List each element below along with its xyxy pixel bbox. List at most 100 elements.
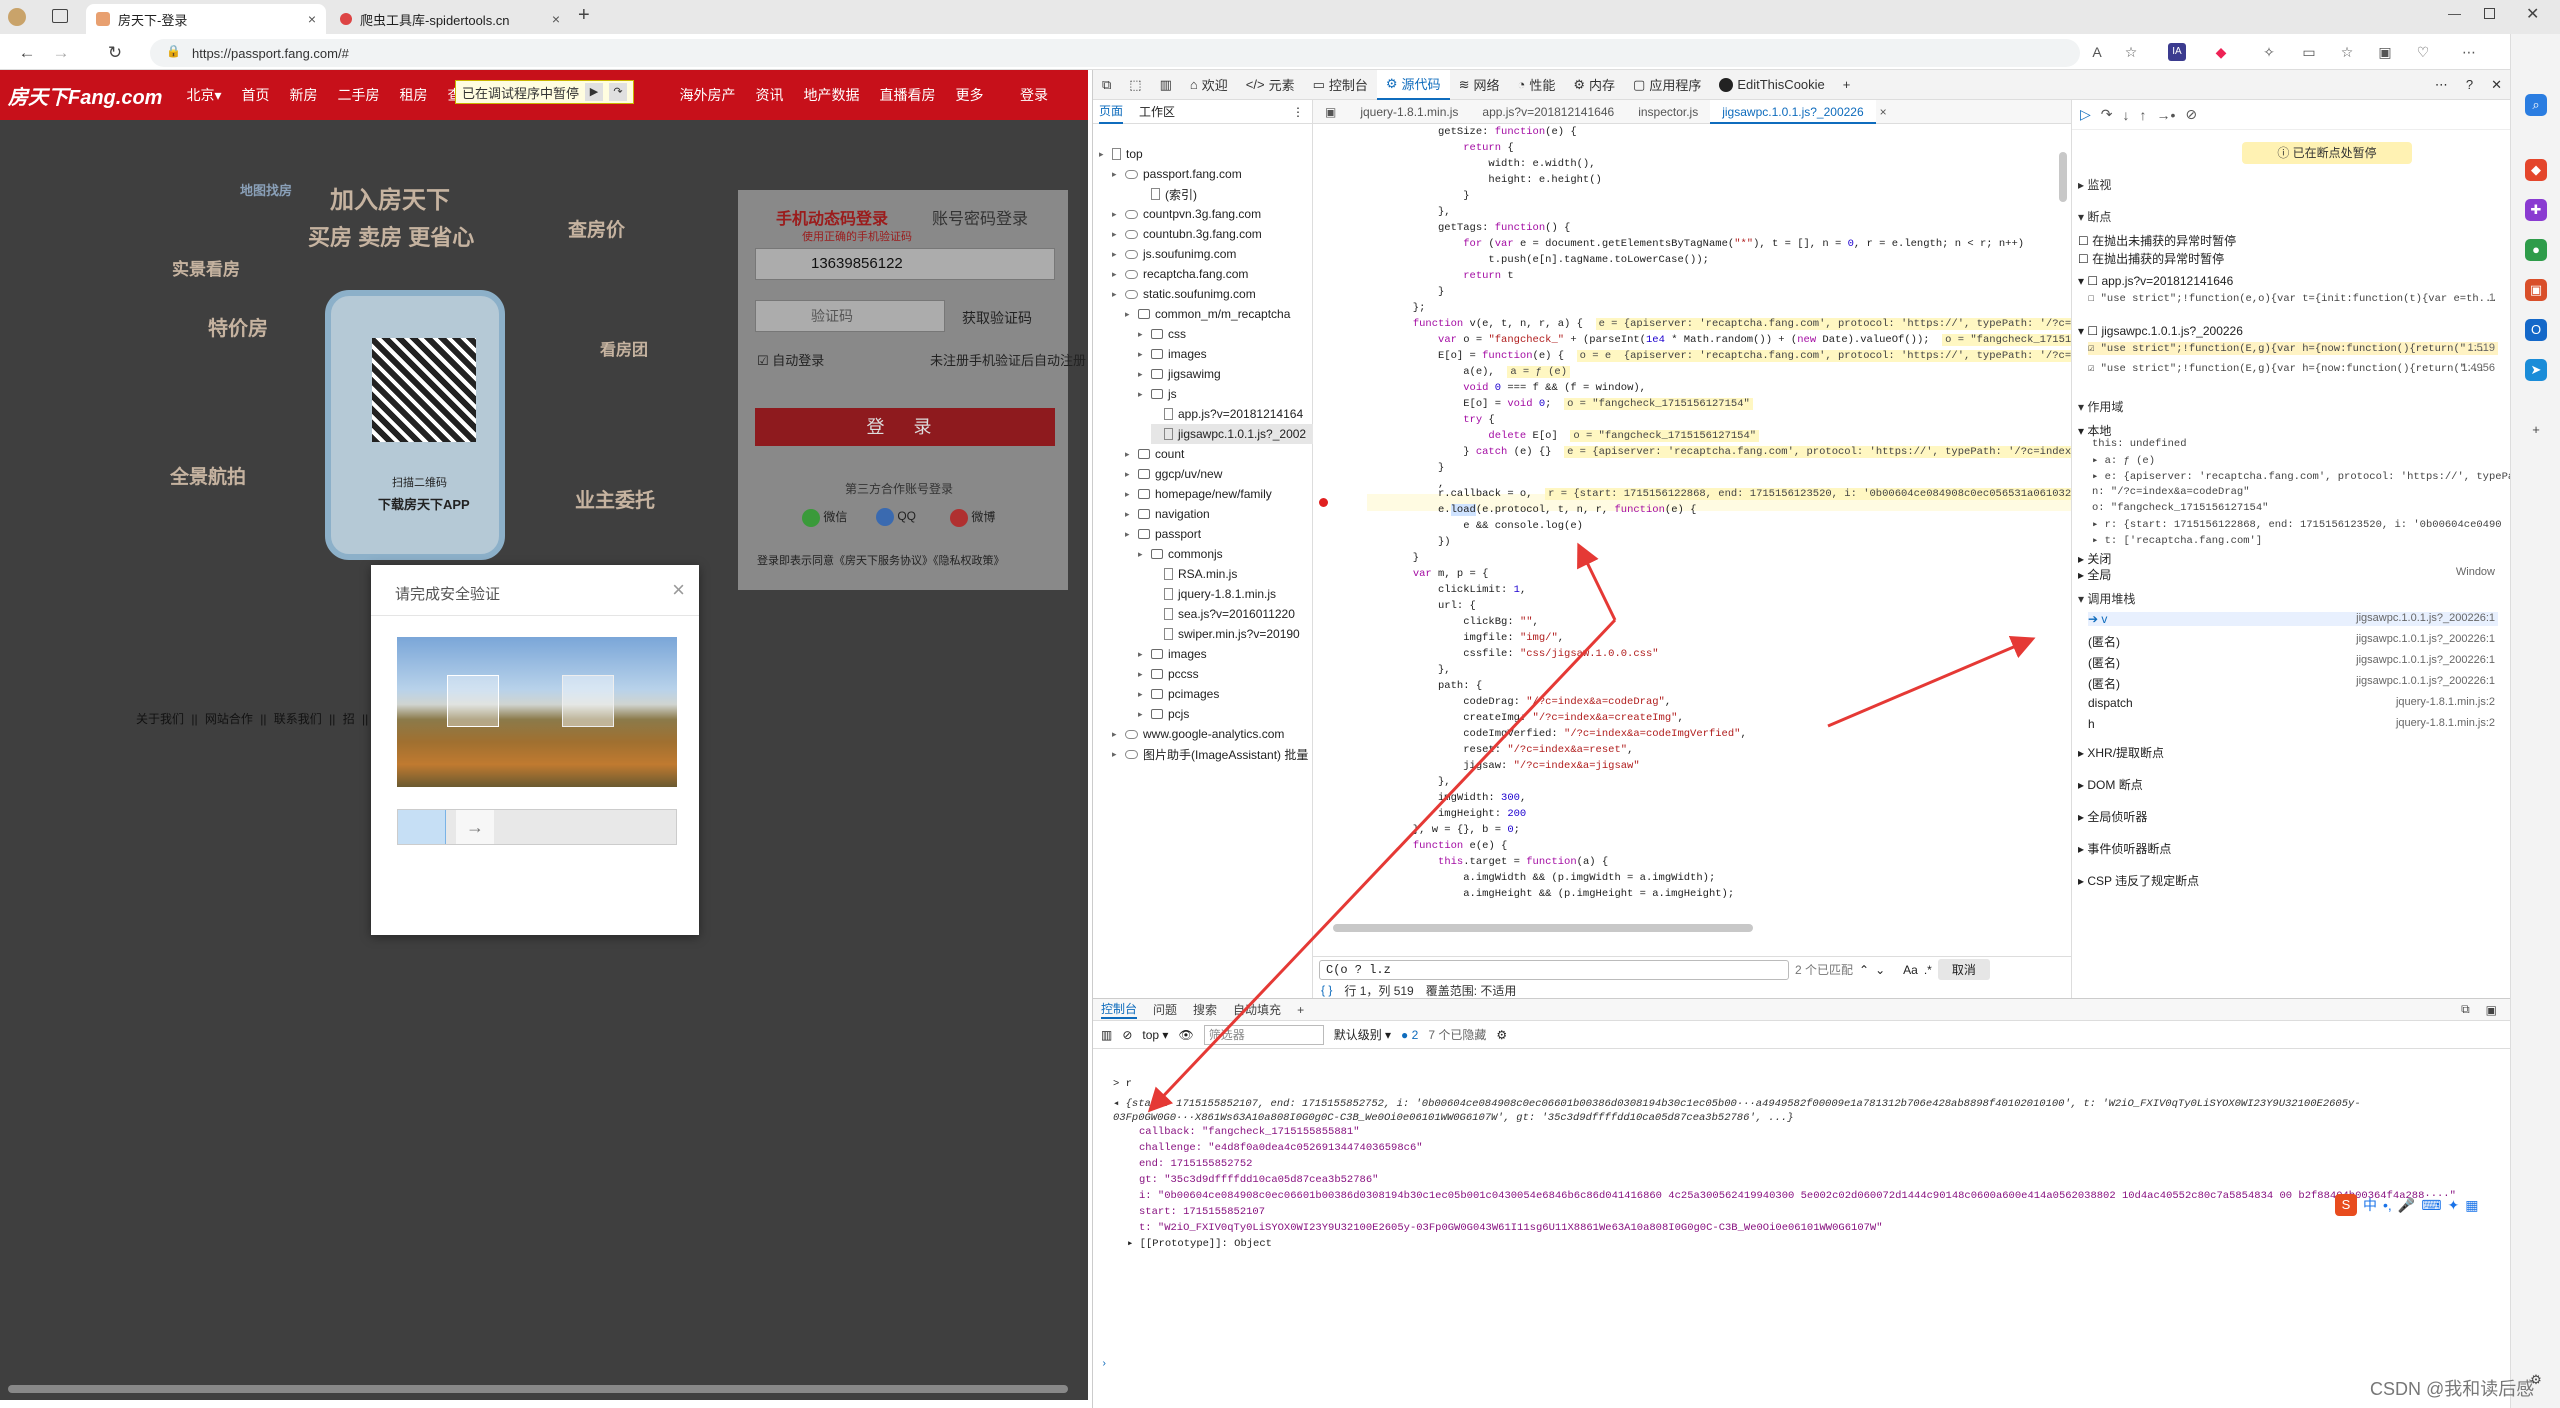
tab-close-icon[interactable]: × — [308, 11, 316, 27]
tree-item[interactable]: ▸ images — [1138, 644, 1313, 664]
tree-item[interactable]: ▸ static.soufunimg.com — [1112, 284, 1313, 304]
search-prev-icon[interactable]: ⌃ — [1859, 963, 1869, 977]
nav-item[interactable]: 直播看房 — [879, 85, 935, 105]
help-icon[interactable]: ? — [2457, 70, 2482, 100]
scope-variable[interactable]: ▸ r: {start: 1715156122868, end: 1715156… — [2092, 518, 2502, 531]
tree-item[interactable]: ▸ pcjs — [1138, 704, 1313, 724]
wechat-login[interactable]: 微信 — [802, 508, 847, 527]
pause-caught-checkbox[interactable]: ☐ 在抛出捕获的异常时暂停 — [2078, 250, 2224, 267]
tree-item[interactable]: ▸ js.soufunimg.com — [1112, 244, 1313, 264]
collapsed-section[interactable]: ▸ CSP 违反了规定断点 — [2078, 872, 2199, 889]
expand-arrow-icon[interactable]: ▸ — [1112, 269, 1120, 280]
tree-item[interactable]: ▸ pccss — [1138, 664, 1313, 684]
pretty-print-icon[interactable]: { } — [1321, 983, 1332, 997]
tree-item[interactable]: ▸ countubn.3g.fang.com — [1112, 224, 1313, 244]
drawer-tab-issues[interactable]: 问题 — [1153, 1001, 1177, 1018]
add-sidebar-icon[interactable]: + — [2525, 419, 2547, 441]
search-cancel-button[interactable]: 取消 — [1937, 959, 1990, 980]
editor-tab[interactable]: app.js?v=201812141646 — [1470, 100, 1626, 124]
navigator-more-icon[interactable]: ⋮ — [1292, 105, 1304, 119]
tree-item[interactable]: ▸ passport.fang.com — [1112, 164, 1313, 184]
window-close-icon[interactable]: ✕ — [2526, 4, 2539, 24]
tab-application[interactable]: ▢ 应用程序 — [1624, 70, 1710, 100]
watch-section-header[interactable]: ▸ 监视 — [2078, 176, 2111, 193]
outlook-icon[interactable]: O — [2525, 319, 2547, 341]
tree-item[interactable]: ▸ homepage/new/family — [1125, 484, 1313, 504]
tools-icon[interactable]: ✚ — [2525, 199, 2547, 221]
editor-horizontal-scrollbar[interactable] — [1333, 924, 1753, 932]
nav-item[interactable]: 更多 — [955, 85, 983, 105]
drawer-tab-autofill[interactable]: 自动填充 — [1233, 1001, 1281, 1018]
step-over-icon[interactable]: ↷ — [2101, 106, 2113, 123]
tab-fang-login[interactable]: 房天下-登录 × — [86, 4, 326, 34]
drawer-close-icon[interactable]: ▣ — [2486, 1003, 2497, 1017]
menu-dots-icon[interactable]: ⋯ — [2460, 43, 2478, 61]
back-icon[interactable]: ← — [16, 42, 38, 64]
tab-elements[interactable]: </> 元素 — [1237, 70, 1304, 100]
scope-closure[interactable]: ▸ 关闭 — [2078, 550, 2111, 567]
expand-arrow-icon[interactable]: ▸ — [1138, 649, 1146, 660]
tree-item[interactable]: ▸ navigation — [1125, 504, 1313, 524]
expand-arrow-icon[interactable]: ▸ — [1112, 729, 1120, 740]
profile-icon[interactable] — [8, 8, 26, 26]
expand-arrow-icon[interactable]: ▸ — [1125, 449, 1133, 460]
extensions-puzzle-icon[interactable]: ✧ — [2260, 43, 2278, 61]
device-toggle-icon[interactable]: ⧉ — [1093, 70, 1120, 100]
nav-login-link[interactable]: 登录 — [1020, 85, 1048, 105]
browser-essentials-icon[interactable]: ♡ — [2414, 43, 2432, 61]
nav-item[interactable]: 租房 — [399, 85, 427, 105]
nav-item[interactable]: 新房 — [289, 85, 317, 105]
callstack-frame[interactable]: dispatch — [2088, 696, 2133, 710]
expand-arrow-icon[interactable]: ▸ — [1138, 549, 1146, 560]
console-object-property[interactable]: challenge: "e4d8f0a0dea4c052691344740365… — [1139, 1141, 1423, 1155]
nav-item[interactable]: 资讯 — [755, 85, 783, 105]
expand-arrow-icon[interactable]: ▸ — [1112, 209, 1120, 220]
callstack-frame[interactable]: h — [2088, 717, 2095, 731]
callstack-frame[interactable]: (匿名) — [2088, 633, 2120, 650]
regex-toggle-icon[interactable]: .* — [1924, 963, 1932, 977]
inspect-icon[interactable]: ⬚ — [1120, 70, 1150, 100]
tree-item[interactable]: ▸ pcimages — [1138, 684, 1313, 704]
scope-variable[interactable]: ▸ a: ƒ (e) — [2092, 454, 2155, 467]
tree-item[interactable]: ▸ count — [1125, 444, 1313, 464]
tree-item[interactable]: jquery-1.8.1.min.js — [1151, 584, 1313, 604]
breakpoint-file[interactable]: ▾ ☐ jigsawpc.1.0.1.js?_200226 — [2078, 324, 2243, 338]
callstack-frame[interactable]: (匿名) — [2088, 675, 2120, 692]
send-icon[interactable]: ➤ — [2525, 359, 2547, 381]
tab-network[interactable]: ≋ 网络 — [1450, 70, 1509, 100]
tree-item[interactable]: ▸ ggcp/uv/new — [1125, 464, 1313, 484]
context-select[interactable]: top ▾ — [1142, 1028, 1168, 1042]
shopping-icon[interactable]: ◆ — [2525, 159, 2547, 181]
slider-arrow-icon[interactable]: → — [456, 810, 494, 844]
phone-field[interactable]: 13639856122 — [755, 248, 1055, 280]
expand-arrow-icon[interactable]: ▸ — [1138, 389, 1146, 400]
tree-item[interactable]: ▸ countpvn.3g.fang.com — [1112, 204, 1313, 224]
editor-vertical-scrollbar[interactable] — [2059, 152, 2067, 202]
scope-variable[interactable]: o: "fangcheck_1715156127154" — [2092, 502, 2268, 514]
tree-item[interactable]: ▸ js — [1138, 384, 1313, 404]
tree-item[interactable]: ▸ jigsawimg — [1138, 364, 1313, 384]
tab-sources[interactable]: ⚙ 源代码 — [1376, 69, 1450, 100]
gutter[interactable] — [1313, 124, 1367, 944]
collections-icon[interactable]: ▣ — [2376, 43, 2394, 61]
console-input-echo[interactable]: > r — [1113, 1077, 1132, 1091]
get-code-button[interactable]: 获取验证码 — [962, 308, 1032, 328]
expand-arrow-icon[interactable]: ▸ — [1138, 669, 1146, 680]
expand-arrow-icon[interactable]: ▸ — [1112, 289, 1120, 300]
tree-item[interactable]: ▸ css — [1138, 324, 1313, 344]
scope-variable[interactable]: this: undefined — [2092, 438, 2187, 450]
add-panel-icon[interactable]: + — [1834, 70, 1860, 100]
tab-memory[interactable]: ⚙ 内存 — [1564, 70, 1624, 100]
scope-section-header[interactable]: ▾ 作用域 — [2078, 398, 2123, 415]
step-over-icon[interactable]: ↷ — [609, 83, 628, 101]
editor-tab-close-icon[interactable]: × — [1876, 100, 1891, 124]
step-icon[interactable]: →• — [2157, 107, 2176, 123]
new-tab-button[interactable]: + — [578, 4, 590, 27]
expand-arrow-icon[interactable]: ▸ — [1125, 309, 1133, 320]
tree-item[interactable]: ▸ images — [1138, 344, 1313, 364]
code-view[interactable]: getSize: function(e) { return { width: e… — [1313, 124, 2071, 944]
puzzle-piece[interactable] — [447, 675, 499, 727]
editor-tab[interactable]: jquery-1.8.1.min.js — [1348, 100, 1470, 124]
reload-icon[interactable]: ↻ — [104, 42, 126, 64]
breakpoint-file[interactable]: ▾ ☐ app.js?v=201812141646 — [2078, 274, 2233, 288]
